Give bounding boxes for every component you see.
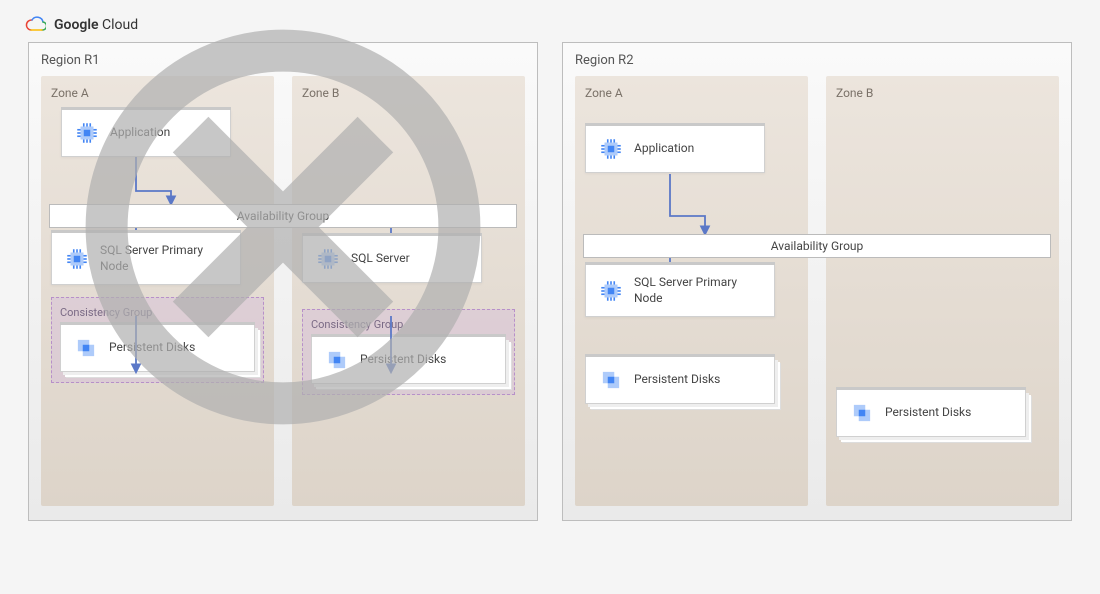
zone-a: Zone A Application SQL bbox=[41, 76, 274, 506]
zone-a: Zone A Application bbox=[575, 76, 808, 506]
sql-server-node: SQL Server bbox=[302, 236, 482, 283]
persistent-disks-node: Persistent Disks bbox=[311, 337, 506, 384]
availability-group-bar: Availability Group bbox=[49, 204, 517, 228]
disk-label: Persistent Disks bbox=[885, 405, 971, 421]
persistent-disk-icon bbox=[849, 400, 875, 426]
application-label: Application bbox=[110, 125, 170, 141]
application-node: Application bbox=[585, 126, 765, 173]
consistency-group-title: Consistency Group bbox=[311, 318, 506, 331]
compute-engine-icon bbox=[74, 120, 100, 146]
sql-primary-node: SQL Server Primary Node bbox=[51, 233, 241, 285]
disk-label: Persistent Disks bbox=[360, 352, 446, 368]
persistent-disks-node: Persistent Disks bbox=[60, 325, 255, 372]
sql-primary-label: SQL Server Primary Node bbox=[634, 275, 762, 306]
google-cloud-icon bbox=[24, 16, 46, 34]
zone-title: Zone B bbox=[836, 86, 1049, 100]
compute-engine-icon bbox=[315, 246, 341, 272]
region-r2: Region R2 Availability Group Zone A bbox=[562, 42, 1072, 521]
compute-engine-icon bbox=[598, 136, 624, 162]
consistency-group: Consistency Group Persistent Disks bbox=[51, 297, 264, 383]
brand-text: Google Cloud bbox=[54, 17, 138, 33]
compute-engine-icon bbox=[598, 278, 624, 304]
zone-b: Zone B SQL Server Consistency Group bbox=[292, 76, 525, 506]
consistency-group: Consistency Group Persistent Disks bbox=[302, 309, 515, 395]
persistent-disks-node: Persistent Disks bbox=[585, 357, 775, 404]
sql-primary-node: SQL Server Primary Node bbox=[585, 265, 775, 317]
brand-strong: Google bbox=[54, 17, 99, 33]
persistent-disks-node: Persistent Disks bbox=[836, 390, 1026, 437]
zone-title: Zone A bbox=[585, 86, 798, 100]
availability-group-bar: Availability Group bbox=[583, 234, 1051, 258]
compute-engine-icon bbox=[64, 246, 90, 272]
sql-primary-label: SQL Server Primary Node bbox=[100, 243, 228, 274]
header: Google Cloud bbox=[0, 0, 1100, 42]
zones-container: Availability Group bbox=[41, 76, 525, 506]
application-label: Application bbox=[634, 141, 694, 157]
zone-b: Zone B Persistent Disks bbox=[826, 76, 1059, 506]
persistent-disk-icon bbox=[73, 335, 99, 361]
zone-title: Zone B bbox=[302, 86, 515, 100]
persistent-disk-icon bbox=[598, 367, 624, 393]
disk-label: Persistent Disks bbox=[634, 372, 720, 388]
brand-light: Cloud bbox=[102, 17, 138, 33]
region-title: Region R1 bbox=[41, 53, 525, 68]
consistency-group-title: Consistency Group bbox=[60, 306, 255, 319]
persistent-disk-icon bbox=[324, 347, 350, 373]
region-title: Region R2 bbox=[575, 53, 1059, 68]
region-r1: Region R1 Availability Group bbox=[28, 42, 538, 521]
disk-label: Persistent Disks bbox=[109, 340, 195, 356]
sql-server-label: SQL Server bbox=[351, 251, 410, 267]
application-node: Application bbox=[61, 110, 231, 157]
diagram-canvas: Region R1 Availability Group bbox=[0, 42, 1100, 541]
zones-container: Availability Group Zone A bbox=[575, 76, 1059, 506]
zone-title: Zone A bbox=[51, 86, 264, 100]
